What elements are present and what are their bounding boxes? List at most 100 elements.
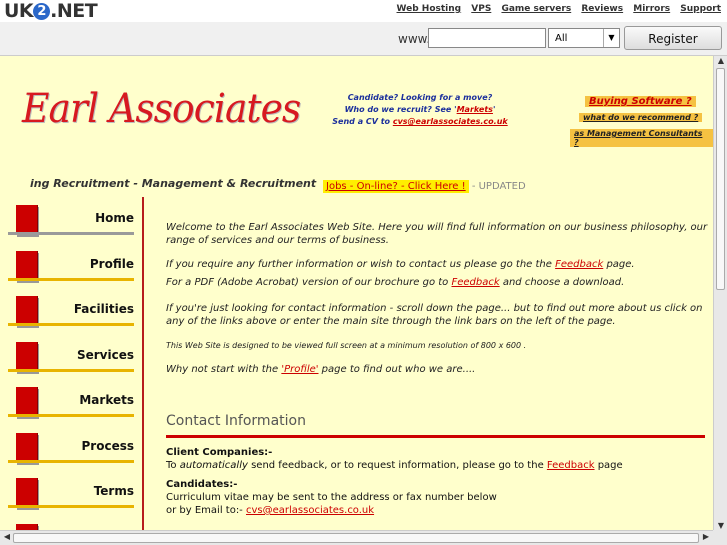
nav-label: Process <box>81 438 135 453</box>
nav-stripe <box>8 459 134 463</box>
contact-info: Client Companies:- To automatically send… <box>166 446 706 523</box>
scrollbar-corner <box>713 530 727 545</box>
nav-red-block <box>16 432 38 463</box>
nav-stripe <box>8 505 134 508</box>
nav-divider <box>142 197 144 530</box>
resolution-text: This Web Site is designed to be viewed f… <box>166 341 527 350</box>
candidate-line-3-pre: Send a CV to <box>332 117 393 126</box>
candidates-email-link[interactable]: cvs@earlassociates.co.uk <box>246 505 374 516</box>
nav-item-home[interactable]: Home <box>0 197 141 243</box>
logo-text-net: .NET <box>50 0 98 22</box>
register-domain-button[interactable]: Register Domain <box>624 26 722 70</box>
further-info-text: If you require any further information o… <box>166 258 708 271</box>
nav-label: Facilities <box>73 302 134 316</box>
domain-search-bar: www. All ▼ Register Domain <box>0 22 727 70</box>
nav-red-block <box>16 478 38 508</box>
tld-select[interactable]: All ▼ <box>548 28 620 48</box>
candidate-callout: Candidate? Looking for a move? Who do we… <box>330 92 510 128</box>
cv-email-link[interactable]: cvs@earlassociates.co.uk <box>393 117 508 126</box>
nav-item-markets[interactable]: Markets <box>0 379 141 425</box>
link-reviews[interactable]: Reviews <box>581 4 623 14</box>
pdf-pre: For a PDF (Adobe Acrobat) version of our… <box>166 277 452 288</box>
candidates-line-1: Curriculum vitae may be sent to the addr… <box>166 492 497 503</box>
markets-link[interactable]: Markets <box>457 105 493 114</box>
chevron-down-icon: ▼ <box>603 29 619 47</box>
pdf-post: and choose a download. <box>499 277 625 288</box>
horizontal-scrollbar[interactable]: ◀ ▶ <box>0 530 713 545</box>
nav-label: Profile <box>89 256 134 271</box>
contact-rule <box>166 435 705 438</box>
what-recommend-link[interactable]: what do we recommend ? <box>579 113 703 122</box>
further-post: page. <box>603 259 635 270</box>
jobs-online-link[interactable]: Jobs - On-line? - Click Here ! <box>323 180 469 193</box>
start-pre: Why not start with the <box>166 364 282 375</box>
scrolling-tagline: ing Recruitment - Management & Recruitme… <box>30 177 317 190</box>
uk2-logo[interactable]: UK 2 .NET <box>4 0 98 22</box>
nav-label: Markets <box>79 393 134 407</box>
nav-item-partial[interactable] <box>0 516 141 530</box>
logo-circle-2: 2 <box>33 3 51 20</box>
link-support[interactable]: Support <box>680 4 721 14</box>
top-links: Web Hosting VPS Game servers Reviews Mir… <box>390 4 721 14</box>
www-label: www. <box>398 32 431 46</box>
nav-item-process[interactable]: Process <box>0 425 141 471</box>
scroll-down-icon[interactable]: ▼ <box>714 521 727 530</box>
feedback-link[interactable]: Feedback <box>555 259 603 270</box>
nav-stripe <box>8 277 134 281</box>
nav-label: Terms <box>93 484 134 498</box>
nav-stripe <box>8 368 134 372</box>
earl-associates-logo[interactable]: Earl Associates <box>22 86 301 132</box>
client-post: page <box>594 460 623 471</box>
welcome-text: Welcome to the Earl Associates Web Site.… <box>166 222 708 246</box>
vertical-scrollbar[interactable]: ▲ ▼ <box>713 56 727 530</box>
candidates-block: Candidates:- Curriculum vitae may be sen… <box>166 478 706 517</box>
further-pre: If you require any further information o… <box>166 259 556 270</box>
feedback-link-pdf[interactable]: Feedback <box>451 277 499 288</box>
earl-associates-page: Earl Associates Candidate? Looking for a… <box>0 56 713 530</box>
tld-select-value: All <box>555 33 568 44</box>
client-heading: Client Companies:- <box>166 447 273 458</box>
horizontal-scroll-thumb[interactable] <box>13 533 699 543</box>
jobs-banner: Jobs - On-line? - Click Here ! - UPDATED <box>323 180 526 193</box>
nav-item-facilities[interactable]: Facilities <box>0 288 141 334</box>
main-content: Welcome to the Earl Associates Web Site.… <box>166 221 708 387</box>
nav-stripe <box>8 323 134 326</box>
nav-red-block <box>16 250 38 281</box>
start-text: Why not start with the 'Profile' page to… <box>166 363 708 376</box>
pdf-text: For a PDF (Adobe Acrobat) version of our… <box>166 276 708 289</box>
domain-input[interactable] <box>428 28 546 48</box>
link-game-servers[interactable]: Game servers <box>501 4 571 14</box>
nav-red-block <box>16 387 38 417</box>
nav-red-block <box>16 341 38 372</box>
candidate-line-3: Send a CV to cvs@earlassociates.co.uk <box>330 116 510 128</box>
client-auto: automatically <box>179 460 248 471</box>
jobs-updated-label: - UPDATED <box>471 181 526 192</box>
profile-link[interactable]: 'Profile' <box>281 364 318 375</box>
scroll-right-icon[interactable]: ▶ <box>699 532 713 541</box>
management-consultants-link[interactable]: as Management Consultants ? <box>570 129 713 147</box>
candidate-line-2-post: ' <box>492 105 496 114</box>
link-vps[interactable]: VPS <box>471 4 491 14</box>
candidate-line-2: Who do we recruit? See 'Markets' <box>330 104 510 116</box>
link-mirrors[interactable]: Mirrors <box>633 4 670 14</box>
nav-stripe <box>8 414 134 417</box>
vertical-scroll-thumb[interactable] <box>716 68 725 290</box>
nav-item-terms[interactable]: Terms <box>0 470 141 516</box>
client-pre: To <box>166 460 180 471</box>
nav-label: Services <box>76 347 134 362</box>
link-web-hosting[interactable]: Web Hosting <box>397 4 462 14</box>
client-feedback-link[interactable]: Feedback <box>547 460 595 471</box>
client-block: Client Companies:- To automatically send… <box>166 446 706 472</box>
nav-stripe <box>8 232 134 235</box>
candidate-line-2-pre: Who do we recruit? See ' <box>344 105 457 114</box>
scroll-up-icon[interactable]: ▲ <box>714 56 727 65</box>
scroll-left-icon[interactable]: ◀ <box>0 532 14 541</box>
candidates-heading: Candidates:- <box>166 479 238 490</box>
client-mid: send feedback, or to request information… <box>247 460 547 471</box>
start-post: page to find out who we are.... <box>318 364 476 375</box>
candidate-line-1: Candidate? Looking for a move? <box>347 93 493 102</box>
nav-item-profile[interactable]: Profile <box>0 243 141 289</box>
looking-text: If you're just looking for contact infor… <box>166 303 703 327</box>
nav-item-services[interactable]: Services <box>0 334 141 380</box>
buying-software-link[interactable]: Buying Software ? <box>585 96 696 107</box>
